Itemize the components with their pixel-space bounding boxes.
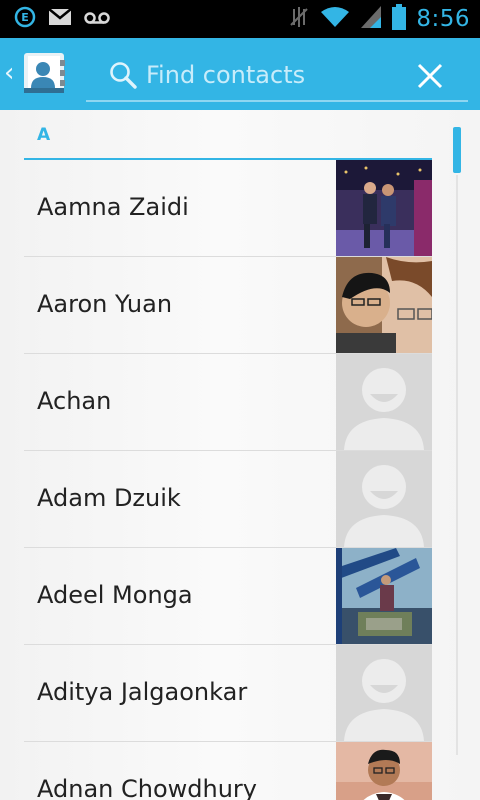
search-icon — [108, 60, 138, 94]
contact-row[interactable]: Adeel Monga — [24, 548, 432, 645]
contact-name: Aditya Jalgaonkar — [37, 678, 248, 706]
contact-name: Adeel Monga — [37, 581, 193, 609]
gmail-icon — [48, 8, 72, 30]
contact-photo[interactable] — [336, 548, 432, 644]
default-avatar-icon[interactable] — [336, 354, 432, 450]
close-icon — [417, 63, 443, 89]
search-input[interactable] — [146, 58, 396, 92]
contact-photo[interactable] — [336, 160, 432, 256]
section-letter: A — [37, 125, 51, 145]
contact-row[interactable]: Aditya Jalgaonkar — [24, 645, 432, 742]
status-bar: E 8:56 — [0, 0, 480, 38]
contact-row[interactable]: Adnan Chowdhury — [24, 742, 432, 800]
contact-name: Aaron Yuan — [37, 290, 173, 318]
contact-name: Aamna Zaidi — [37, 193, 189, 221]
clock: 8:56 — [416, 6, 470, 32]
evernote-icon: E — [14, 6, 36, 32]
contact-photo[interactable] — [336, 742, 432, 800]
battery-icon — [392, 4, 407, 34]
chevron-left-icon: ‹ — [4, 58, 15, 88]
contact-row[interactable]: Aamna Zaidi — [24, 160, 432, 257]
cell-signal-icon — [360, 5, 382, 33]
contact-photo[interactable] — [336, 257, 432, 353]
clear-search-button[interactable] — [412, 58, 448, 94]
svg-text:E: E — [21, 11, 29, 24]
vibrate-mute-icon — [288, 5, 310, 33]
default-avatar-icon[interactable] — [336, 451, 432, 547]
wifi-icon — [320, 6, 350, 32]
scrollbar-track — [456, 175, 458, 755]
contacts-app-icon — [20, 50, 66, 100]
contact-name: Adnan Chowdhury — [37, 775, 257, 800]
default-avatar-icon[interactable] — [336, 645, 432, 741]
section-header: A — [24, 110, 432, 160]
up-button[interactable]: ‹ — [0, 38, 76, 110]
contact-list[interactable]: A Aamna Zaidi Aaron Yuan Achan Adam Dzuik Ad… — [0, 110, 480, 800]
voicemail-icon — [84, 10, 110, 29]
action-bar: ‹ — [0, 38, 480, 110]
contact-name: Achan — [37, 387, 112, 415]
contacts-container: Aamna Zaidi Aaron Yuan Achan Adam Dzuik Adee… — [24, 160, 432, 800]
contact-name: Adam Dzuik — [37, 484, 181, 512]
contact-row[interactable]: Adam Dzuik — [24, 451, 432, 548]
search-field — [86, 52, 468, 102]
contact-row[interactable]: Aaron Yuan — [24, 257, 432, 354]
scrollbar-thumb[interactable] — [453, 127, 461, 173]
contact-row[interactable]: Achan — [24, 354, 432, 451]
